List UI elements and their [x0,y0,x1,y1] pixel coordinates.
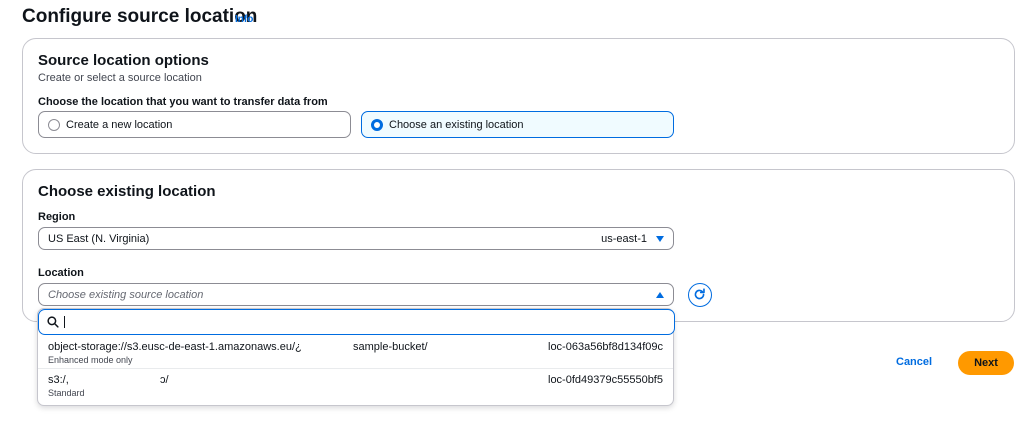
choose-existing-location-panel: Choose existing location Region US East … [22,169,1015,322]
region-value: US East (N. Virginia) [48,233,150,245]
radio-checked-icon[interactable] [371,119,383,131]
caret-up-icon [656,292,664,298]
region-code: us-east-1 [601,233,647,245]
source-options-description: Create or select a source location [38,72,202,84]
caret-down-icon [656,236,664,242]
refresh-button[interactable] [688,283,712,307]
page-title: Configure source location [22,6,258,27]
region-label: Region [38,211,76,223]
cancel-button[interactable]: Cancel [896,356,932,368]
option-bucket: ɔ/ [160,374,169,386]
next-button[interactable]: Next [958,351,1014,375]
dropdown-option[interactable]: object-storage://s3.eusc-de-east-1.amazo… [38,336,673,369]
dropdown-option[interactable]: s3:/, ɔ/ loc-0fd49379c55550bf5 Standard [38,369,673,402]
radio-label: Create a new location [66,119,173,131]
option-location-id: loc-063a56bf8d134f09c [548,341,663,353]
location-dropdown: object-storage://s3.eusc-de-east-1.amazo… [37,308,675,406]
location-label: Location [38,267,84,279]
search-icon [47,316,59,328]
transfer-question-label: Choose the location that you want to tra… [38,96,328,108]
radio-create-new-location[interactable]: Create a new location [38,111,351,138]
radio-unchecked-icon[interactable] [48,119,60,131]
region-select[interactable]: US East (N. Virginia) us-east-1 [38,227,674,250]
refresh-icon [694,288,705,300]
location-filter-input[interactable] [38,309,675,335]
text-cursor [64,316,65,328]
radio-choose-existing-location[interactable]: Choose an existing location [361,111,674,138]
option-uri: object-storage://s3.eusc-de-east-1.amazo… [48,341,302,353]
location-select[interactable]: Choose existing source location [38,283,674,306]
option-tag: Enhanced mode only [48,355,133,365]
source-location-options-panel: Source location options Create or select… [22,38,1015,154]
radio-label: Choose an existing location [389,119,524,131]
option-bucket: sample-bucket/ [353,341,428,353]
source-options-title: Source location options [38,52,209,69]
option-location-id: loc-0fd49379c55550bf5 [548,374,663,386]
info-link[interactable]: Info [235,14,253,25]
option-uri: s3:/, [48,374,69,386]
existing-location-title: Choose existing location [38,183,216,200]
location-placeholder: Choose existing source location [48,289,204,301]
option-tag: Standard [48,388,85,398]
